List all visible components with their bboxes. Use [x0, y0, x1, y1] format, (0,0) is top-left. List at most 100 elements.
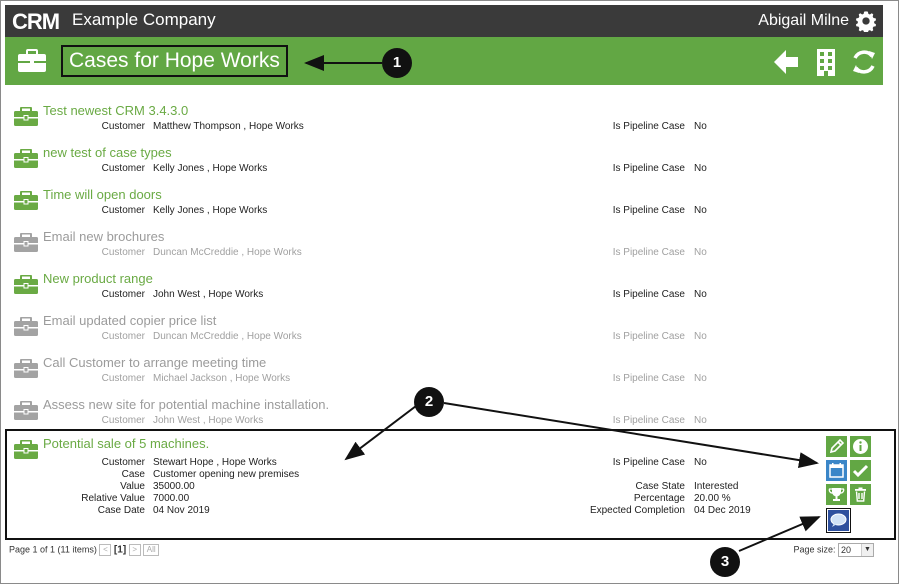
- customer-value[interactable]: Kelly Jones , Hope Works: [153, 163, 267, 174]
- page-size-value: 20: [841, 545, 852, 555]
- case-title[interactable]: Email updated copier price list: [43, 313, 216, 328]
- crm-logo: CRM: [12, 10, 60, 32]
- customer-value[interactable]: Michael Jackson , Hope Works: [153, 373, 290, 384]
- customer-label: Customer: [101, 373, 145, 384]
- percentage-label: Percentage: [633, 493, 685, 504]
- back-arrow-icon[interactable]: [771, 47, 801, 77]
- pipeline-label: Is Pipeline Case: [612, 373, 685, 384]
- app-window: CRM Example Company Abigail Milne Cases …: [0, 0, 899, 584]
- case-title[interactable]: Call Customer to arrange meeting time: [43, 355, 266, 370]
- case-row[interactable]: new test of case types Customer Kelly Jone…: [9, 140, 879, 182]
- chevron-down-icon: ▼: [861, 544, 873, 556]
- case-state-value: Interested: [694, 481, 739, 492]
- pipeline-label: Is Pipeline Case: [612, 163, 685, 174]
- next-page-button[interactable]: >: [128, 544, 141, 556]
- page-info: Page 1 of 1 (11 items): [9, 544, 97, 555]
- customer-value[interactable]: John West , Hope Works: [153, 289, 263, 300]
- briefcase-icon: [18, 49, 46, 72]
- case-date-label: Case Date: [97, 505, 145, 516]
- briefcase-icon: [14, 149, 38, 168]
- calendar-icon[interactable]: [826, 460, 847, 481]
- prev-page-button[interactable]: <: [99, 544, 112, 556]
- value-label: Value: [120, 481, 145, 492]
- value-value: 35000.00: [153, 481, 195, 492]
- pipeline-value: No: [694, 121, 707, 132]
- chat-icon[interactable]: [826, 508, 851, 533]
- case-title[interactable]: Time will open doors: [43, 187, 162, 202]
- customer-value[interactable]: John West , Hope Works: [153, 415, 263, 426]
- case-title[interactable]: Potential sale of 5 machines.: [43, 436, 209, 451]
- case-title[interactable]: New product range: [43, 271, 153, 286]
- top-bar: CRM Example Company Abigail Milne: [5, 5, 883, 37]
- checkmark-icon[interactable]: [850, 460, 871, 481]
- company-building-icon[interactable]: [811, 47, 841, 77]
- case-row[interactable]: Email new brochures Customer Duncan McCred…: [9, 224, 879, 266]
- briefcase-icon: [14, 275, 38, 294]
- pipeline-value: No: [694, 415, 707, 426]
- customer-value[interactable]: Duncan McCreddie , Hope Works: [153, 331, 302, 342]
- pagination-bar: Page 1 of 1 (11 items) < [1] > All Page …: [9, 543, 879, 560]
- customer-value[interactable]: Duncan McCreddie , Hope Works: [153, 247, 302, 258]
- customer-label: Customer: [101, 457, 145, 468]
- pipeline-label: Is Pipeline Case: [612, 205, 685, 216]
- case-title[interactable]: Email new brochures: [43, 229, 164, 244]
- svg-text:CRM: CRM: [12, 10, 59, 32]
- pipeline-value: No: [694, 457, 707, 468]
- briefcase-icon: [14, 317, 38, 336]
- page-header: Cases for Hope Works: [5, 37, 883, 85]
- case-row[interactable]: Test newest CRM 3.4.3.0 Customer Matthew T…: [9, 98, 879, 140]
- case-row[interactable]: New product range Customer John West , Hop…: [9, 266, 879, 308]
- page-size-select[interactable]: 20 ▼: [838, 543, 874, 557]
- customer-label: Customer: [101, 415, 145, 426]
- relative-value-value: 7000.00: [153, 493, 190, 504]
- all-pages-button[interactable]: All: [143, 544, 160, 556]
- info-icon[interactable]: [850, 436, 871, 457]
- customer-value[interactable]: Matthew Thompson , Hope Works: [153, 121, 304, 132]
- pipeline-value: No: [694, 163, 707, 174]
- case-row[interactable]: Assess new site for potential machine in…: [9, 392, 879, 434]
- customer-label: Customer: [101, 289, 145, 300]
- percentage-value: 20.00 %: [694, 493, 731, 504]
- briefcase-icon: [14, 440, 38, 459]
- trophy-icon[interactable]: [826, 484, 847, 505]
- callout-1: 1: [382, 48, 412, 78]
- pipeline-label: Is Pipeline Case: [612, 121, 685, 132]
- case-title[interactable]: new test of case types: [43, 145, 172, 160]
- pipeline-label: Is Pipeline Case: [612, 331, 685, 342]
- briefcase-icon: [14, 401, 38, 420]
- pipeline-label: Is Pipeline Case: [612, 247, 685, 258]
- trash-icon[interactable]: [850, 484, 871, 505]
- case-row[interactable]: Email updated copier price list Customer D…: [9, 308, 879, 350]
- page-size-label: Page size:: [793, 544, 836, 555]
- pipeline-value: No: [694, 205, 707, 216]
- customer-value[interactable]: Kelly Jones , Hope Works: [153, 205, 267, 216]
- company-name: Example Company: [72, 10, 216, 29]
- pipeline-label: Is Pipeline Case: [612, 415, 685, 426]
- briefcase-icon: [14, 107, 38, 126]
- customer-value[interactable]: Stewart Hope , Hope Works: [153, 457, 277, 468]
- gear-icon[interactable]: [855, 10, 877, 32]
- customer-label: Customer: [101, 247, 145, 258]
- user-name[interactable]: Abigail Milne: [758, 12, 849, 30]
- case-row[interactable]: Call Customer to arrange meeting time Cus…: [9, 350, 879, 392]
- relative-value-label: Relative Value: [81, 493, 145, 504]
- case-label: Case: [121, 469, 145, 480]
- callout-3: 3: [710, 547, 740, 577]
- pipeline-label: Is Pipeline Case: [612, 289, 685, 300]
- case-title[interactable]: Assess new site for potential machine in…: [43, 397, 329, 412]
- briefcase-icon: [14, 191, 38, 210]
- case-row[interactable]: Time will open doors Customer Kelly Jones …: [9, 182, 879, 224]
- briefcase-icon: [14, 359, 38, 378]
- selected-case[interactable]: Potential sale of 5 machines. Customer S…: [9, 432, 879, 538]
- page-size-control: Page size: 20 ▼: [793, 543, 874, 557]
- pipeline-value: No: [694, 331, 707, 342]
- customer-label: Customer: [101, 163, 145, 174]
- expected-completion-label: Expected Completion: [589, 505, 685, 516]
- customer-label: Customer: [101, 205, 145, 216]
- refresh-icon[interactable]: [849, 47, 879, 77]
- case-title[interactable]: Test newest CRM 3.4.3.0: [43, 103, 188, 118]
- pipeline-value: No: [694, 289, 707, 300]
- pipeline-value: No: [694, 247, 707, 258]
- edit-pencil-icon[interactable]: [826, 436, 847, 457]
- customer-label: Customer: [101, 331, 145, 342]
